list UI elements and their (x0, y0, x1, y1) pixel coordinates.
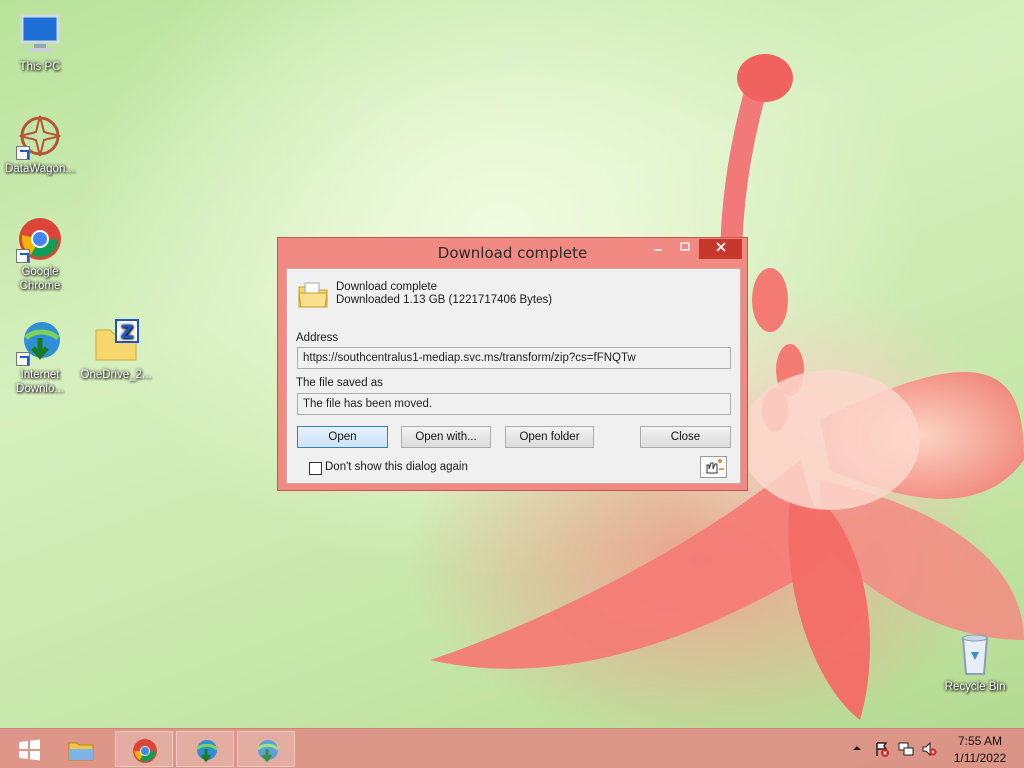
open-folder-button[interactable]: Open folder (505, 426, 594, 448)
network-icon[interactable] (898, 741, 914, 757)
taskbar-idm[interactable] (176, 731, 234, 767)
desktop-icon-label: DataWagon... (5, 163, 75, 175)
desktop-icon-label: Google Chrome (19, 266, 61, 292)
open-button[interactable]: Open (297, 426, 388, 448)
datawagon-icon (16, 112, 64, 160)
taskbar: 7:55 AM 1/11/2022 (0, 728, 1024, 768)
dialog-titlebar[interactable]: Download complete (278, 238, 747, 268)
action-center-icon[interactable] (874, 741, 890, 757)
maximize-button[interactable] (671, 239, 698, 259)
desktop-icon-label: This PC (19, 61, 61, 73)
chevron-up-icon (853, 746, 861, 750)
download-folder-icon (297, 279, 329, 311)
file-explorer-icon (68, 742, 94, 761)
close-icon (715, 242, 726, 252)
desktop-icon-recycle-bin[interactable]: Recycle Bin (935, 630, 1015, 694)
minimize-button[interactable] (644, 239, 671, 259)
close-window-button[interactable] (699, 239, 742, 259)
shortcut-arrow-icon (16, 352, 30, 366)
start-button[interactable] (0, 731, 58, 767)
desktop-icon-label: Internet Downlo... (16, 369, 64, 395)
dialog-body: Download complete Downloaded 1.13 GB (12… (286, 268, 741, 484)
zip-folder-icon: Z (92, 318, 140, 366)
address-label: Address (296, 332, 339, 344)
volume-muted-icon[interactable] (921, 741, 937, 757)
saved-as-label: The file saved as (296, 377, 383, 389)
maximize-icon (679, 242, 690, 251)
desktop-icon-onedrive-zip[interactable]: Z OneDrive_2... (76, 318, 156, 382)
dont-show-again-label[interactable]: Don't show this dialog again (325, 461, 468, 473)
chrome-icon (16, 215, 64, 263)
status-detail: Downloaded 1.13 GB (1221717406 Bytes) (336, 294, 553, 306)
grab-helper-button[interactable] (700, 456, 727, 478)
hand-cursor-icon (706, 459, 724, 474)
taskbar-chrome[interactable] (115, 731, 173, 767)
status-heading: Download complete (336, 281, 438, 293)
idm-icon (256, 740, 279, 763)
shortcut-arrow-icon (16, 249, 30, 263)
clock-date: 1/11/2022 (953, 751, 1007, 765)
start-icon (19, 739, 40, 761)
clock-time: 7:55 AM (957, 734, 1003, 748)
shortcut-arrow-icon (16, 146, 30, 160)
desktop-icon-datawagon[interactable]: DataWagon... (0, 112, 80, 176)
close-button[interactable]: Close (640, 426, 731, 448)
taskbar-idm-download[interactable] (237, 731, 295, 767)
this-pc-icon (16, 10, 64, 58)
saved-as-field[interactable]: The file has been moved. (297, 393, 731, 415)
desktop-icon-label: OneDrive_2... (80, 369, 152, 381)
idm-icon (16, 318, 64, 366)
desktop-icon-internet-download-manager[interactable]: Internet Downlo... (0, 318, 80, 396)
address-field[interactable]: https://southcentralus1-mediap.svc.ms/tr… (297, 347, 731, 369)
idm-icon (195, 740, 218, 763)
dialog-title: Download complete (437, 244, 588, 262)
desktop-icon-label: Recycle Bin (944, 681, 1006, 693)
chrome-icon (133, 739, 157, 763)
taskbar-file-explorer[interactable] (52, 731, 110, 767)
minimize-icon (653, 249, 662, 251)
dont-show-again-checkbox[interactable] (309, 462, 322, 475)
open-with-button[interactable]: Open with... (401, 426, 491, 448)
recycle-bin-icon (951, 630, 999, 678)
desktop-icon-this-pc[interactable]: This PC (0, 10, 80, 74)
system-clock[interactable]: 7:55 AM 1/11/2022 (938, 733, 1022, 767)
show-hidden-icons-button[interactable] (852, 742, 862, 752)
desktop-icon-google-chrome[interactable]: Google Chrome (0, 215, 80, 293)
download-complete-dialog: Download complete Download complete Down… (277, 237, 748, 491)
svg-text:Z: Z (120, 322, 133, 343)
